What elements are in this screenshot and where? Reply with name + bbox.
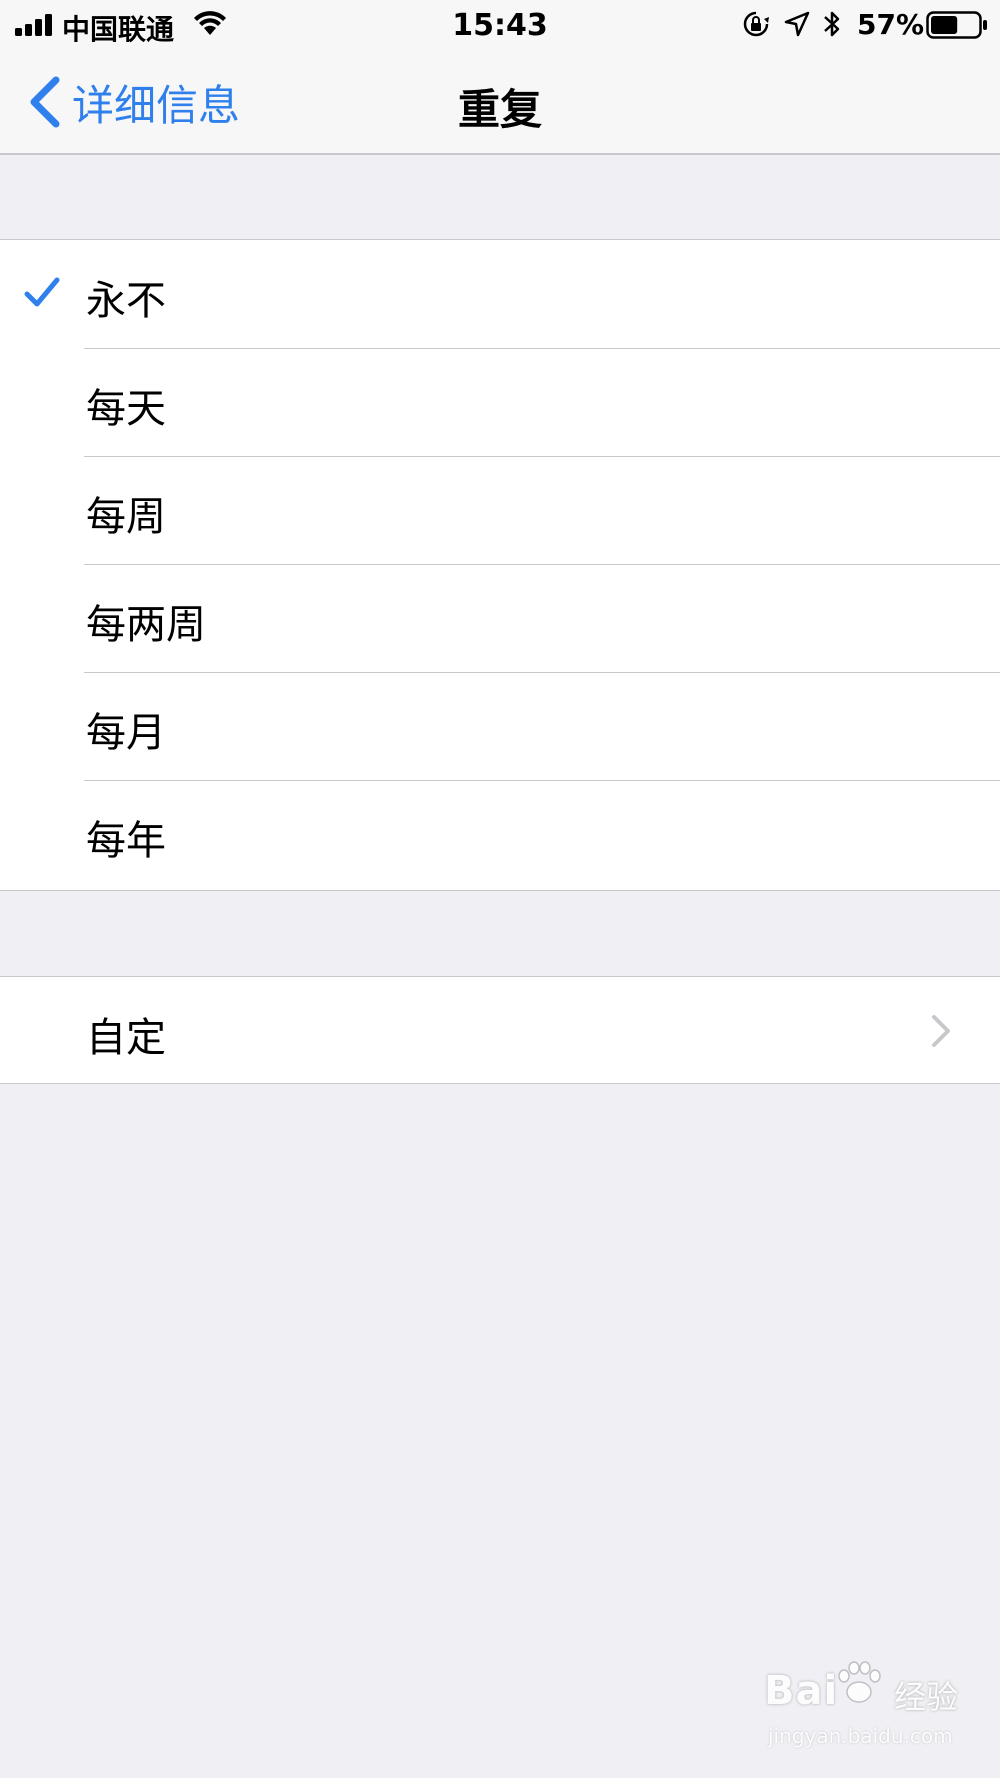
custom-section: 自定 bbox=[0, 976, 1000, 1084]
watermark-jingyan-text: 经验 bbox=[894, 1678, 959, 1716]
repeat-options-list: 永不 每天 每周 每两周 每月 每年 bbox=[0, 239, 1000, 891]
chevron-right-icon bbox=[932, 1015, 950, 1047]
status-time: 15:43 bbox=[452, 8, 548, 43]
page-title: 重复 bbox=[457, 85, 542, 134]
watermark-logo-text: Bai bbox=[764, 1668, 839, 1714]
orientation-lock-icon bbox=[743, 11, 769, 37]
repeat-option-never[interactable]: 永不 bbox=[0, 240, 1000, 348]
bluetooth-icon bbox=[824, 11, 840, 37]
option-label: 永不 bbox=[86, 278, 166, 324]
option-label: 每月 bbox=[86, 710, 166, 756]
option-label: 每周 bbox=[86, 494, 166, 540]
repeat-option-yearly[interactable]: 每年 bbox=[0, 780, 1000, 888]
watermark-url: jingyan.baidu.com bbox=[768, 1724, 953, 1748]
custom-label: 自定 bbox=[86, 1015, 166, 1061]
custom-repeat-row[interactable]: 自定 bbox=[0, 977, 1000, 1085]
baidu-jingyan-watermark: Bai 经验 jingyan.baidu.com bbox=[764, 1661, 964, 1758]
repeat-option-monthly[interactable]: 每月 bbox=[0, 672, 1000, 780]
screen: 中国联通 15:43 57% 详细信息 重复 永不 每天 每周 每两周 每月 每… bbox=[0, 0, 1000, 1778]
repeat-option-daily[interactable]: 每天 bbox=[0, 348, 1000, 456]
option-label: 每年 bbox=[86, 818, 166, 864]
battery-fill bbox=[931, 16, 958, 34]
option-label: 每两周 bbox=[86, 602, 206, 648]
navigation-bar: 详细信息 重复 bbox=[0, 52, 1000, 155]
repeat-option-biweekly[interactable]: 每两周 bbox=[0, 564, 1000, 672]
location-arrow-icon bbox=[784, 11, 810, 37]
option-label: 每天 bbox=[86, 386, 166, 432]
paw-icon bbox=[838, 1661, 881, 1703]
battery-icon bbox=[926, 11, 987, 39]
battery-percent: 57% bbox=[857, 8, 925, 41]
checkmark-icon bbox=[24, 277, 60, 307]
repeat-option-weekly[interactable]: 每周 bbox=[0, 456, 1000, 564]
status-bar: 中国联通 15:43 57% bbox=[0, 0, 1000, 52]
